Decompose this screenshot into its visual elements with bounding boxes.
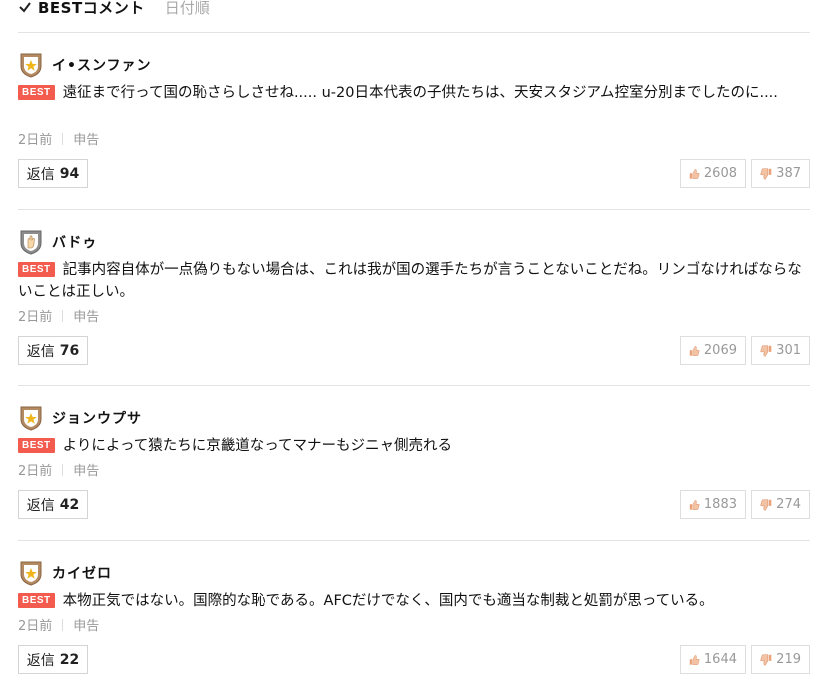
- comment-item: カイゼロ BEST 本物正気ではない。国際的な恥である。AFCだけでなく、国内でも…: [18, 540, 810, 697]
- reply-button[interactable]: 返信 22: [18, 645, 88, 674]
- report-link[interactable]: 申告: [73, 615, 99, 634]
- meta-divider: [62, 132, 64, 145]
- comment-meta: 2日前 申告: [18, 129, 99, 148]
- dislike-button[interactable]: 387: [751, 159, 810, 188]
- like-count: 1644: [703, 652, 737, 667]
- vote-buttons: 1644 219: [680, 645, 810, 674]
- comment-meta: 2日前 申告: [18, 615, 99, 634]
- vote-buttons: 2069 301: [680, 336, 810, 365]
- dislike-count: 274: [776, 497, 801, 512]
- reply-button[interactable]: 返信 42: [18, 490, 88, 519]
- dislike-count: 301: [776, 343, 801, 358]
- comment-author-row: カイゼロ: [18, 560, 112, 586]
- comment-text: よりによって猿たちに京畿道なってマナーもジニャ側売れる: [62, 438, 452, 454]
- like-count: 1883: [703, 497, 737, 512]
- comment-time: 2日前: [18, 310, 53, 325]
- dislike-button[interactable]: 301: [751, 336, 810, 365]
- comment-item: イ•スンファン BEST 遠征まで行って国の恥さらしさせね..... u-20日本…: [18, 32, 810, 210]
- thumb-up-icon: [689, 499, 700, 510]
- thumb-up-icon: [689, 654, 700, 665]
- sort-best-comments[interactable]: BESTコメント: [38, 0, 145, 18]
- comment-text: 遠征まで行って国の恥さらしさせね..... u-20日本代表の子供たちは、天安ス…: [62, 85, 778, 101]
- report-link[interactable]: 申告: [73, 306, 99, 325]
- best-tag: BEST: [18, 438, 55, 453]
- dislike-count: 387: [776, 166, 801, 181]
- vote-buttons: 1883 274: [680, 490, 810, 519]
- comment-body: BEST 本物正気ではない。国際的な恥である。AFCだけでなく、国内でも適当な制裁…: [18, 590, 808, 612]
- meta-divider: [62, 618, 64, 631]
- gold-star-badge-icon: [20, 53, 42, 78]
- comment-author[interactable]: カイゼロ: [52, 563, 112, 583]
- thumb-up-icon: [689, 345, 700, 356]
- reply-label: 返信: [26, 166, 55, 183]
- best-tag: BEST: [18, 85, 55, 100]
- meta-divider: [62, 463, 64, 476]
- reply-count: 22: [59, 651, 80, 668]
- reply-count: 94: [59, 165, 80, 182]
- reply-count: 76: [59, 342, 80, 359]
- comment-author-row: ジョンウプサ: [18, 405, 142, 431]
- thumb-up-icon: [689, 168, 700, 179]
- like-count: 2608: [703, 166, 737, 181]
- check-icon: [19, 2, 31, 13]
- like-count: 2069: [703, 343, 737, 358]
- thumb-down-icon: [760, 345, 772, 356]
- comment-time: 2日前: [18, 133, 53, 148]
- vote-buttons: 2608 387: [680, 159, 810, 188]
- comment-author[interactable]: イ•スンファン: [52, 55, 152, 75]
- comment-author[interactable]: ジョンウプサ: [52, 408, 142, 428]
- comment-item: バドゥ BEST 記事内容自体が一点偽りもない場合は、これは我が国の選手たちが言う…: [18, 209, 810, 386]
- comment-body: BEST 遠征まで行って国の恥さらしさせね..... u-20日本代表の子供たちは…: [18, 82, 808, 104]
- meta-divider: [62, 309, 64, 322]
- comment-meta: 2日前 申告: [18, 460, 99, 479]
- gold-star-badge-icon: [20, 406, 42, 431]
- comment-meta: 2日前 申告: [18, 306, 99, 325]
- sort-by-date[interactable]: 日付順: [165, 0, 210, 18]
- reply-button[interactable]: 返信 94: [18, 159, 88, 188]
- comment-text: 本物正気ではない。国際的な恥である。AFCだけでなく、国内でも適当な制裁と処罰が…: [62, 593, 714, 609]
- like-button[interactable]: 2069: [680, 336, 746, 365]
- comment-text: 記事内容自体が一点偽りもない場合は、これは我が国の選手たちが言うことないことだね…: [18, 262, 802, 300]
- reply-label: 返信: [26, 497, 55, 514]
- comment-author-row: イ•スンファン: [18, 52, 152, 78]
- comment-item: ジョンウプサ BEST よりによって猿たちに京畿道なってマナーもジニャ側売れる 2…: [18, 385, 810, 541]
- like-button[interactable]: 1883: [680, 490, 746, 519]
- thumb-down-icon: [760, 654, 772, 665]
- comment-sort-bar: BESTコメント 日付順: [18, 0, 210, 18]
- comment-time: 2日前: [18, 464, 53, 479]
- comment-body: BEST 記事内容自体が一点偽りもない場合は、これは我が国の選手たちが言うことない…: [18, 259, 808, 303]
- comment-author-row: バドゥ: [18, 229, 97, 255]
- thumb-down-icon: [760, 499, 772, 510]
- like-button[interactable]: 1644: [680, 645, 746, 674]
- reply-label: 返信: [26, 343, 55, 360]
- dislike-button[interactable]: 219: [751, 645, 810, 674]
- best-tag: BEST: [18, 262, 55, 277]
- dislike-count: 219: [776, 652, 801, 667]
- report-link[interactable]: 申告: [73, 129, 99, 148]
- hand-badge-icon: [20, 230, 42, 255]
- reply-count: 42: [59, 496, 80, 513]
- thumb-down-icon: [760, 168, 772, 179]
- like-button[interactable]: 2608: [680, 159, 746, 188]
- reply-button[interactable]: 返信 76: [18, 336, 88, 365]
- gold-star-badge-icon: [20, 561, 42, 586]
- comment-author[interactable]: バドゥ: [52, 232, 97, 252]
- comment-time: 2日前: [18, 619, 53, 634]
- reply-label: 返信: [26, 652, 55, 669]
- best-tag: BEST: [18, 593, 55, 608]
- comment-body: BEST よりによって猿たちに京畿道なってマナーもジニャ側売れる: [18, 435, 808, 457]
- dislike-button[interactable]: 274: [751, 490, 810, 519]
- report-link[interactable]: 申告: [73, 460, 99, 479]
